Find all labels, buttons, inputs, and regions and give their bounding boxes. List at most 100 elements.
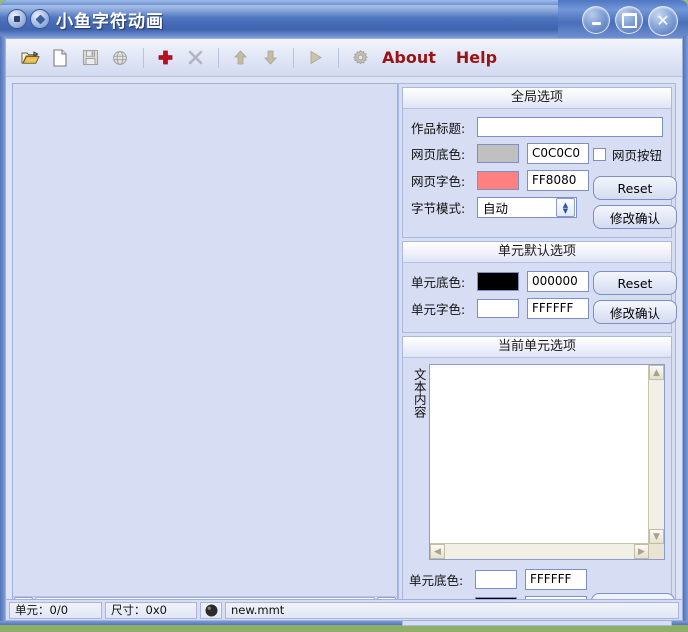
sphere-icon bbox=[204, 603, 219, 618]
window-frame-right bbox=[683, 36, 688, 625]
text-content-area[interactable] bbox=[430, 365, 649, 544]
page-button-checkbox[interactable] bbox=[593, 148, 606, 161]
toolbar: About Help bbox=[6, 39, 682, 77]
client-area: About Help ❮ |||| ❯ 全局选项 作品标题: bbox=[5, 38, 683, 621]
title-bar-icons bbox=[7, 9, 50, 29]
arrow-down-icon bbox=[262, 49, 279, 66]
restore-icon[interactable] bbox=[30, 9, 50, 29]
page-bg-color-label: 网页底色: bbox=[411, 144, 477, 163]
global-options-header: 全局选项 bbox=[403, 88, 671, 109]
current-cell-options-group: 当前单元选项 文本内容 ▲ ▼ ◀ bbox=[402, 336, 672, 626]
new-document-icon bbox=[52, 49, 68, 67]
cell-default-fg-label: 单元字色: bbox=[411, 299, 477, 318]
text-scroll-right-button[interactable]: ▶ bbox=[634, 544, 649, 559]
cell-default-bg-row: 单元底色: 000000 bbox=[411, 271, 589, 292]
preview-button[interactable] bbox=[106, 44, 134, 72]
byte-mode-label: 字节模式: bbox=[411, 198, 477, 217]
add-cell-button[interactable] bbox=[151, 44, 179, 72]
cell-default-fg-swatch[interactable] bbox=[477, 299, 519, 318]
application-window: 小鱼字符动画 ✕ bbox=[0, 0, 688, 625]
page-fg-color-swatch[interactable] bbox=[477, 171, 519, 190]
status-bar: 单元：0/0 尺寸：0x0 new.mmt bbox=[5, 599, 683, 621]
toolbar-separator bbox=[293, 48, 294, 68]
toolbar-separator bbox=[218, 48, 219, 68]
toolbar-separator bbox=[143, 48, 144, 68]
text-content-label: 文本内容 bbox=[412, 368, 426, 418]
toolbar-separator bbox=[338, 48, 339, 68]
options-panel: 全局选项 作品标题: 网页底色: C0C0C0 bbox=[398, 83, 676, 615]
settings-button[interactable] bbox=[346, 44, 374, 72]
byte-mode-value: 自动 bbox=[483, 198, 508, 217]
page-fg-color-row: 网页字色: FF8080 bbox=[411, 170, 589, 191]
text-vertical-scrollbar[interactable]: ▲ ▼ bbox=[648, 365, 664, 544]
help-link[interactable]: Help bbox=[456, 48, 497, 67]
window-title: 小鱼字符动画 bbox=[56, 7, 164, 32]
current-cell-bg-label: 单元底色: bbox=[409, 570, 475, 589]
close-button[interactable]: ✕ bbox=[648, 6, 678, 36]
cell-default-options-header: 单元默认选项 bbox=[403, 242, 671, 263]
cell-default-apply-button[interactable]: 修改确认 bbox=[593, 300, 677, 324]
delete-cell-button[interactable] bbox=[181, 44, 209, 72]
cell-default-bg-swatch[interactable] bbox=[477, 272, 519, 291]
cell-default-bg-label: 单元底色: bbox=[411, 272, 477, 291]
title-bar: 小鱼字符动画 ✕ bbox=[0, 0, 688, 38]
system-menu-icon[interactable] bbox=[7, 9, 27, 29]
cross-icon bbox=[187, 49, 204, 66]
page-button-checkbox-row[interactable]: 网页按钮 bbox=[593, 145, 688, 164]
new-file-button[interactable] bbox=[46, 44, 74, 72]
play-triangle-icon bbox=[307, 49, 324, 66]
text-scroll-left-button[interactable]: ◀ bbox=[430, 544, 445, 559]
page-bg-color-row: 网页底色: C0C0C0 bbox=[411, 143, 589, 164]
text-content-editor[interactable]: ▲ ▼ ◀ ▶ bbox=[429, 364, 665, 560]
about-link[interactable]: About bbox=[382, 48, 436, 67]
page-bg-color-hex[interactable]: C0C0C0 bbox=[527, 143, 589, 164]
move-up-button[interactable] bbox=[226, 44, 254, 72]
canvas-panel: ❮ |||| ❯ bbox=[12, 83, 398, 615]
page-fg-color-label: 网页字色: bbox=[411, 171, 477, 190]
plus-icon bbox=[157, 49, 174, 66]
globe-preview-icon bbox=[111, 49, 129, 67]
current-cell-bg-swatch[interactable] bbox=[475, 570, 517, 589]
page-button-checkbox-label: 网页按钮 bbox=[612, 145, 662, 164]
cell-default-fg-hex[interactable]: FFFFFF bbox=[527, 298, 589, 319]
play-button[interactable] bbox=[301, 44, 329, 72]
current-cell-options-header: 当前单元选项 bbox=[403, 337, 671, 358]
current-cell-bg-row: 单元底色: FFFFFF bbox=[409, 569, 587, 590]
gear-icon bbox=[352, 49, 369, 66]
save-disk-icon bbox=[82, 49, 99, 66]
page-fg-color-hex[interactable]: FF8080 bbox=[527, 170, 589, 191]
status-cell-count: 单元：0/0 bbox=[9, 602, 102, 619]
move-down-button[interactable] bbox=[256, 44, 284, 72]
status-size: 尺寸：0x0 bbox=[105, 602, 197, 619]
work-title-row: 作品标题: bbox=[411, 117, 663, 137]
save-file-button[interactable] bbox=[76, 44, 104, 72]
global-apply-button[interactable]: 修改确认 bbox=[593, 205, 677, 229]
window-controls: ✕ bbox=[582, 6, 678, 36]
cell-default-reset-button[interactable]: Reset bbox=[593, 271, 677, 295]
chevron-updown-icon[interactable]: ▲▼ bbox=[556, 198, 575, 217]
current-cell-bg-hex[interactable]: FFFFFF bbox=[525, 569, 587, 590]
cell-default-fg-row: 单元字色: FFFFFF bbox=[411, 298, 589, 319]
current-cell-options-body: 文本内容 ▲ ▼ ◀ ▶ bbox=[403, 358, 671, 625]
open-folder-icon bbox=[21, 49, 40, 66]
scrollbar-corner bbox=[649, 544, 664, 559]
work-title-input[interactable] bbox=[477, 117, 663, 137]
animation-canvas[interactable] bbox=[13, 84, 397, 596]
arrow-up-icon bbox=[232, 49, 249, 66]
cell-default-options-body: 单元底色: 000000 单元字色: FFFFFF Reset 修改确认 bbox=[403, 263, 671, 332]
global-options-body: 作品标题: 网页底色: C0C0C0 网页字色: bbox=[403, 109, 671, 237]
text-scroll-down-button[interactable]: ▼ bbox=[649, 529, 664, 544]
cell-default-bg-hex[interactable]: 000000 bbox=[527, 271, 589, 292]
maximize-button[interactable] bbox=[615, 6, 643, 34]
work-title-label: 作品标题: bbox=[411, 118, 477, 137]
minimize-button[interactable] bbox=[582, 6, 610, 34]
open-file-button[interactable] bbox=[16, 44, 44, 72]
global-reset-button[interactable]: Reset bbox=[593, 176, 677, 200]
page-bg-color-swatch[interactable] bbox=[477, 144, 519, 163]
text-scroll-up-button[interactable]: ▲ bbox=[649, 365, 664, 380]
status-icon-cell bbox=[200, 602, 222, 619]
byte-mode-select[interactable]: 自动 ▲▼ bbox=[477, 197, 577, 218]
byte-mode-row: 字节模式: 自动 ▲▼ bbox=[411, 197, 589, 218]
text-horizontal-scrollbar[interactable]: ◀ ▶ bbox=[430, 543, 649, 559]
status-filename: new.mmt bbox=[225, 602, 679, 619]
